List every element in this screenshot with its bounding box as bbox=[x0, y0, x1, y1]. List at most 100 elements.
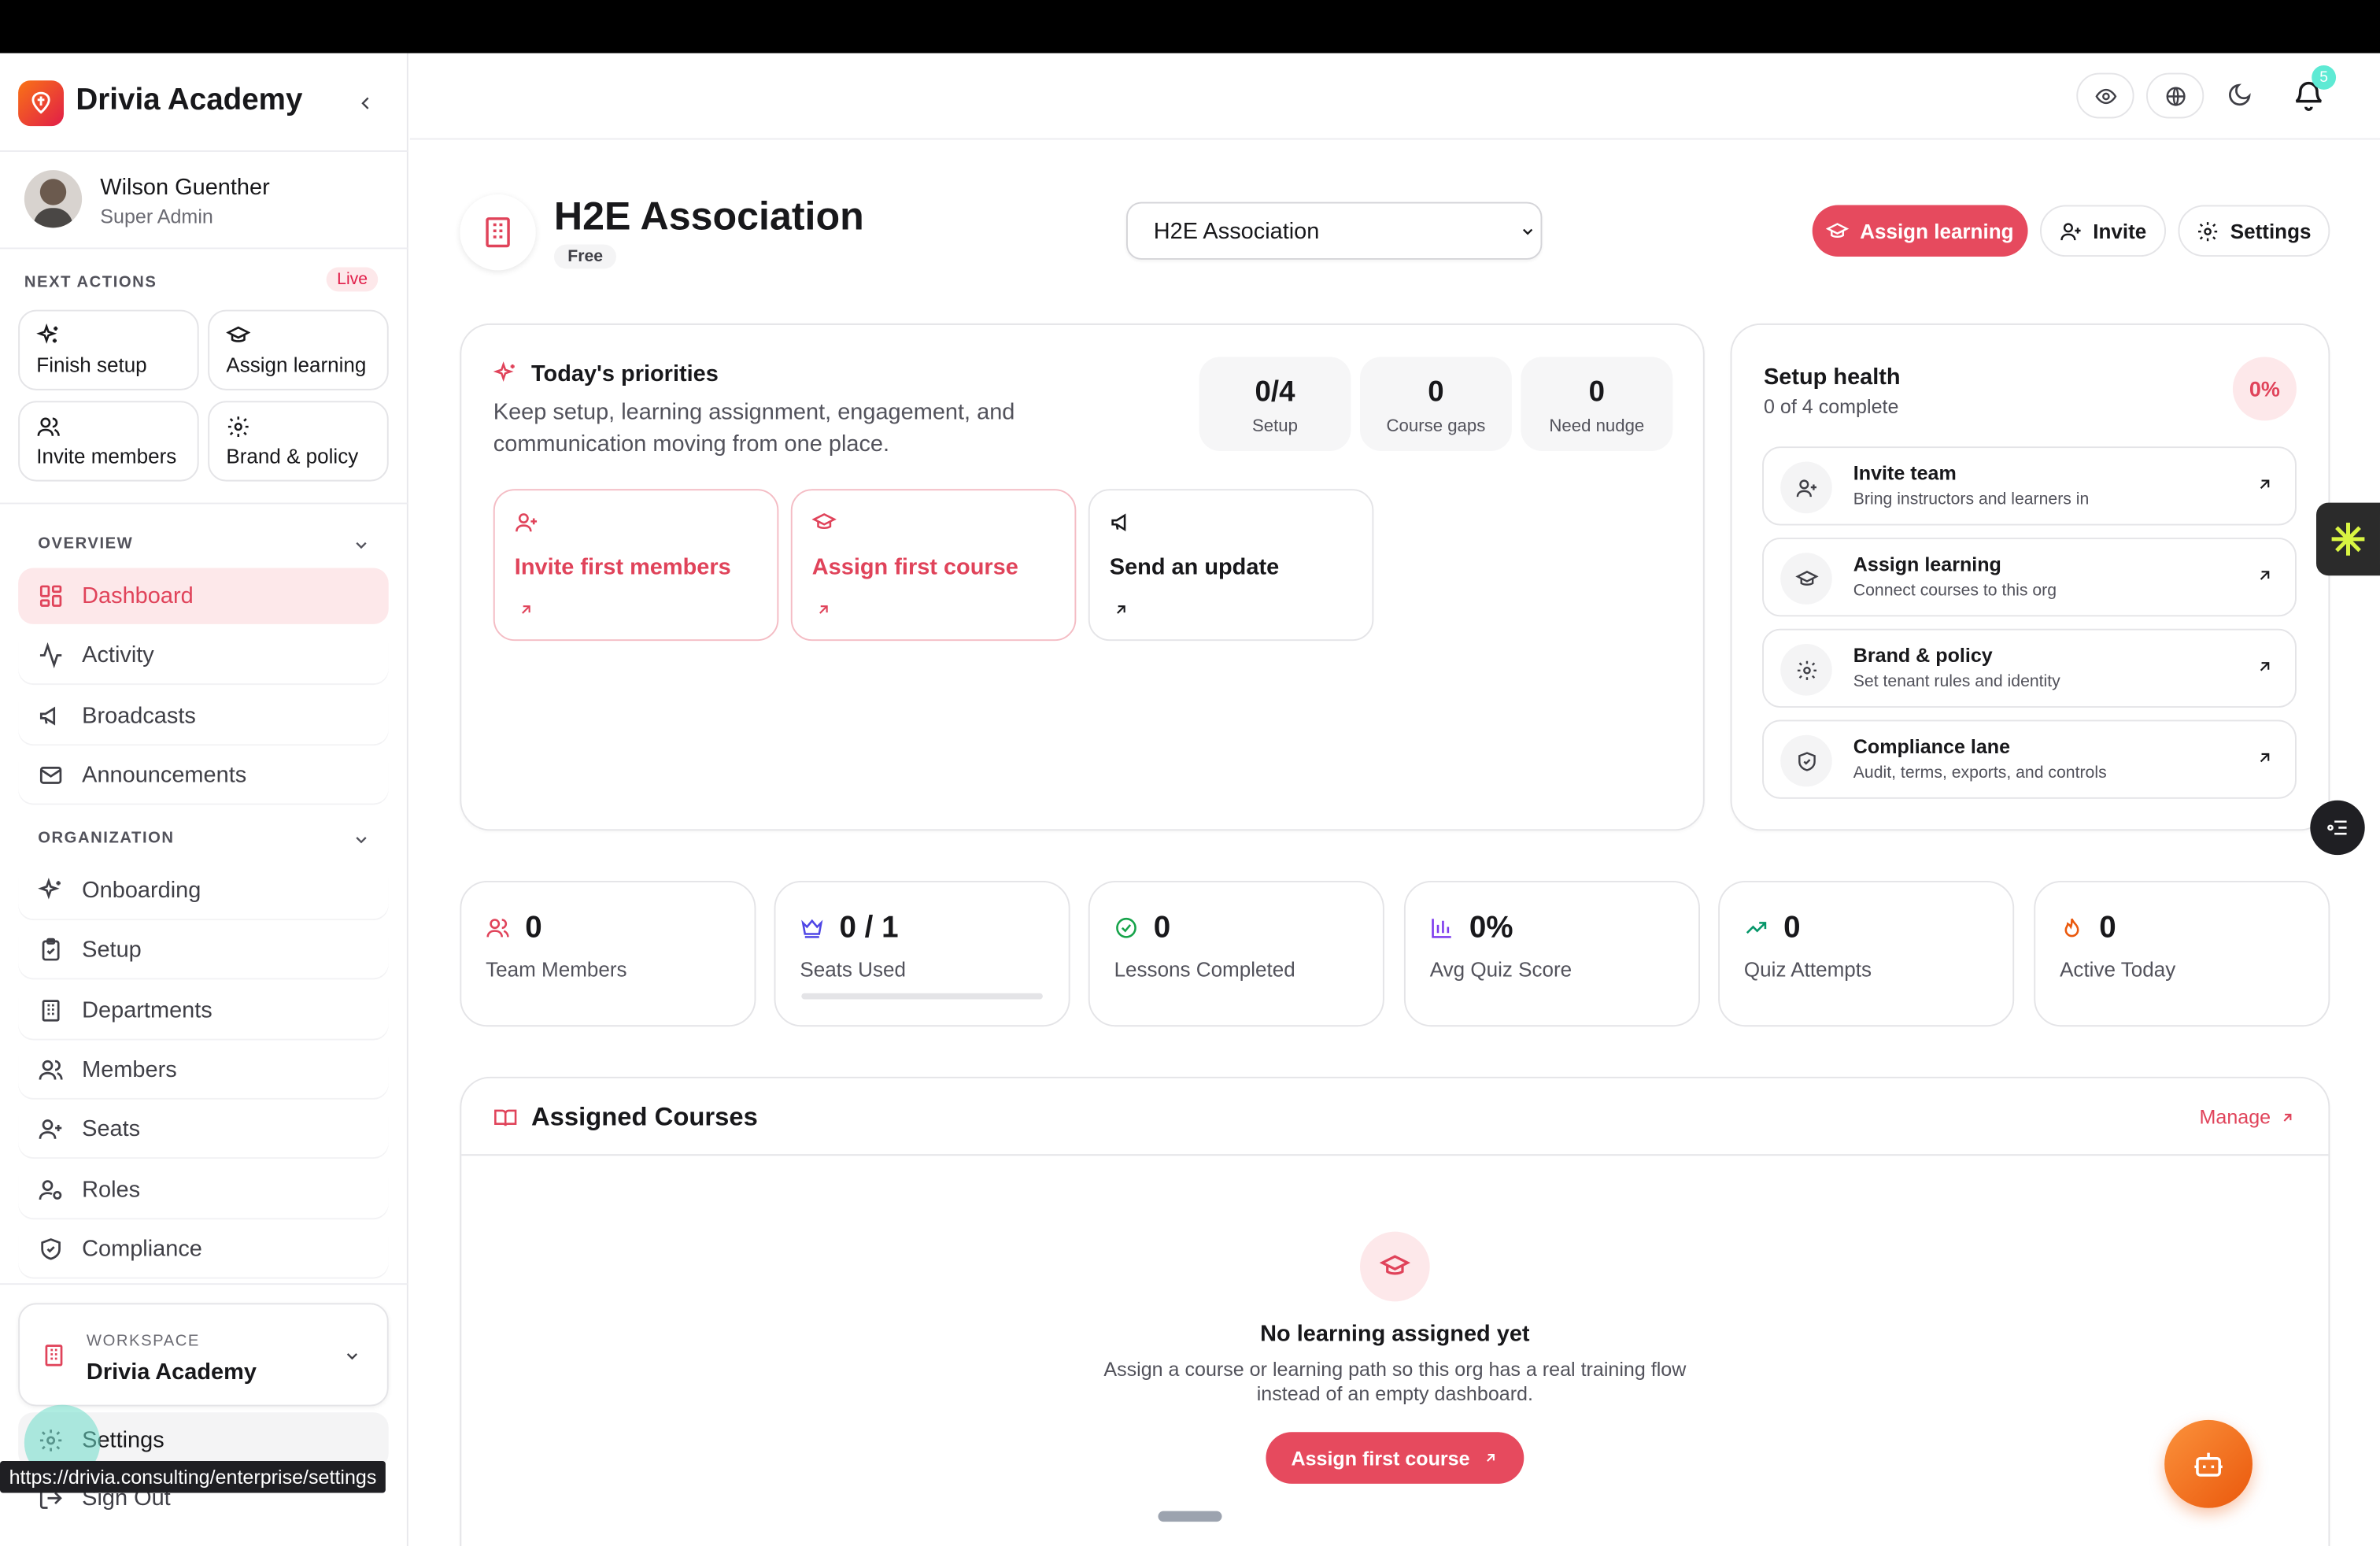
sidebar-item-label: Setup bbox=[82, 937, 142, 963]
priority-send-update[interactable]: Send an update bbox=[1088, 489, 1374, 642]
priorities-title: Today's priorities bbox=[530, 361, 719, 387]
arrow-up-right-icon bbox=[1113, 601, 1129, 618]
divider bbox=[0, 247, 408, 250]
stat-need-nudge: 0 Need nudge bbox=[1521, 357, 1673, 451]
sidebar-item-label: Announcements bbox=[82, 762, 247, 789]
kpi-label: Team Members bbox=[486, 958, 627, 982]
dark-mode-toggle[interactable] bbox=[2227, 82, 2252, 108]
sidebar-item-seats[interactable]: Seats bbox=[18, 1101, 389, 1157]
chevron-down-icon bbox=[1519, 224, 1536, 240]
org-select[interactable]: H2E Association bbox=[1125, 202, 1543, 260]
empty-state-description-line1: Assign a course or learning path so this… bbox=[1103, 1357, 1687, 1381]
kpi-label: Seats Used bbox=[800, 958, 906, 982]
empty-state-icon bbox=[1359, 1231, 1430, 1302]
sidebar-item-label: Broadcasts bbox=[82, 703, 196, 730]
chevron-down-icon[interactable] bbox=[352, 536, 370, 554]
check-circle-icon bbox=[1114, 915, 1139, 940]
health-item-assign-learning[interactable]: Assign learning Connect courses to this … bbox=[1762, 537, 2297, 617]
notifications-button[interactable]: 5 bbox=[2292, 65, 2337, 112]
seats-progress-bar bbox=[801, 993, 1043, 1000]
health-item-compliance-lane[interactable]: Compliance lane Audit, terms, exports, a… bbox=[1762, 719, 2297, 799]
preview-button[interactable] bbox=[2076, 72, 2134, 119]
user-plus-icon bbox=[515, 510, 539, 534]
assign-learning-button[interactable]: Assign learning bbox=[1812, 205, 2028, 257]
kpi-label: Lessons Completed bbox=[1114, 958, 1295, 982]
kpi-active-today: 0 Active Today bbox=[2034, 880, 2330, 1027]
assign-first-course-button[interactable]: Assign first course bbox=[1266, 1432, 1524, 1484]
kpi-label: Quiz Attempts bbox=[1743, 958, 1872, 982]
settings-button[interactable]: Settings bbox=[2178, 205, 2330, 257]
quick-action-finish-setup[interactable]: Finish setup bbox=[18, 309, 199, 390]
graduation-cap-icon bbox=[226, 324, 251, 348]
sidebar-item-roles[interactable]: Roles bbox=[18, 1162, 389, 1218]
scroll-handle[interactable] bbox=[1158, 1511, 1222, 1522]
sparkles-icon bbox=[38, 878, 64, 904]
trending-up-icon bbox=[1744, 915, 1768, 940]
header-divider bbox=[409, 138, 2380, 140]
sidebar-item-members[interactable]: Members bbox=[18, 1041, 389, 1097]
shield-icon bbox=[38, 1236, 64, 1262]
book-icon bbox=[493, 1106, 518, 1130]
assign-first-course-label: Assign first course bbox=[1291, 1446, 1470, 1470]
sidebar-item-setup[interactable]: Setup bbox=[18, 922, 389, 978]
overview-label: OVERVIEW bbox=[38, 534, 134, 553]
chevron-down-icon[interactable] bbox=[352, 830, 370, 849]
stat-setup: 0/4 Setup bbox=[1199, 357, 1351, 451]
workspace-switcher[interactable]: WORKSPACE Drivia Academy bbox=[18, 1303, 389, 1407]
priorities-description: Keep setup, learning assignment, engagem… bbox=[493, 399, 1015, 457]
priority-assign-first-course[interactable]: Assign first course bbox=[790, 489, 1077, 642]
toolbar-toggle[interactable] bbox=[2310, 800, 2365, 856]
kpi-value: 0 bbox=[2099, 911, 2116, 945]
eye-icon bbox=[2094, 84, 2116, 107]
health-item-invite-team[interactable]: Invite team Bring instructors and learne… bbox=[1762, 446, 2297, 526]
quick-action-label: Assign learning bbox=[226, 353, 367, 377]
feedback-widget[interactable] bbox=[2315, 502, 2380, 576]
health-item-title: Compliance lane bbox=[1853, 734, 2011, 758]
moon-icon bbox=[2227, 82, 2252, 108]
quick-action-invite-members[interactable]: Invite members bbox=[18, 401, 199, 482]
sidebar-item-onboarding[interactable]: Onboarding bbox=[18, 863, 389, 919]
invite-button[interactable]: Invite bbox=[2039, 205, 2167, 257]
bot-icon bbox=[2192, 1448, 2225, 1481]
graduation-cap-icon bbox=[1826, 220, 1850, 242]
quick-action-brand-policy[interactable]: Brand & policy bbox=[208, 401, 389, 482]
sidebar-item-announcements[interactable]: Announcements bbox=[18, 747, 389, 803]
health-item-subtitle: Set tenant rules and identity bbox=[1853, 672, 2060, 691]
quick-action-label: Invite members bbox=[36, 445, 177, 468]
priority-invite-first-members[interactable]: Invite first members bbox=[493, 489, 779, 642]
avatar[interactable] bbox=[24, 170, 83, 228]
language-button[interactable] bbox=[2145, 72, 2204, 119]
kpi-lessons-completed: 0 Lessons Completed bbox=[1088, 880, 1384, 1027]
sidebar-item-label: Activity bbox=[82, 642, 154, 668]
bar-chart-icon bbox=[1430, 915, 1454, 940]
setup-health-card: Setup health 0 of 4 complete 0% Invite t… bbox=[1730, 323, 2330, 831]
sidebar-item-departments[interactable]: Departments bbox=[18, 982, 389, 1038]
quick-action-assign-learning[interactable]: Assign learning bbox=[208, 309, 389, 390]
stat-value: 0/4 bbox=[1255, 376, 1295, 409]
assigned-courses-card: Assigned Courses Manage No learning assi… bbox=[460, 1076, 2330, 1546]
collapse-sidebar-icon[interactable] bbox=[352, 90, 379, 117]
kpi-value: 0 bbox=[1783, 911, 1801, 945]
quick-action-label: Brand & policy bbox=[226, 445, 359, 468]
main-content: 5 H2E Association Free H2E Association A… bbox=[409, 53, 2380, 1546]
user-name: Wilson Guenther bbox=[100, 174, 270, 201]
kpi-value: 0 bbox=[1153, 911, 1171, 945]
assistant-fab[interactable] bbox=[2164, 1419, 2252, 1508]
sidebar-item-dashboard[interactable]: Dashboard bbox=[18, 568, 389, 624]
stat-value: 0 bbox=[1428, 376, 1444, 409]
sidebar-item-broadcasts[interactable]: Broadcasts bbox=[18, 688, 389, 744]
invite-label: Invite bbox=[2093, 219, 2147, 242]
users-icon bbox=[486, 915, 510, 940]
sidebar-item-label: Roles bbox=[82, 1177, 141, 1203]
health-item-title: Brand & policy bbox=[1853, 644, 1993, 667]
health-item-brand-policy[interactable]: Brand & policy Set tenant rules and iden… bbox=[1762, 628, 2297, 708]
building-icon bbox=[41, 1342, 67, 1368]
sidebar-item-activity[interactable]: Activity bbox=[18, 627, 389, 683]
globe-icon bbox=[2164, 84, 2186, 107]
manage-link[interactable]: Manage bbox=[2199, 1106, 2294, 1128]
user-plus-icon bbox=[1780, 461, 1832, 514]
health-item-title: Assign learning bbox=[1853, 553, 2001, 576]
stat-label: Need nudge bbox=[1549, 417, 1645, 436]
workspace-label: WORKSPACE bbox=[86, 1331, 200, 1351]
sidebar-item-compliance[interactable]: Compliance bbox=[18, 1221, 389, 1277]
